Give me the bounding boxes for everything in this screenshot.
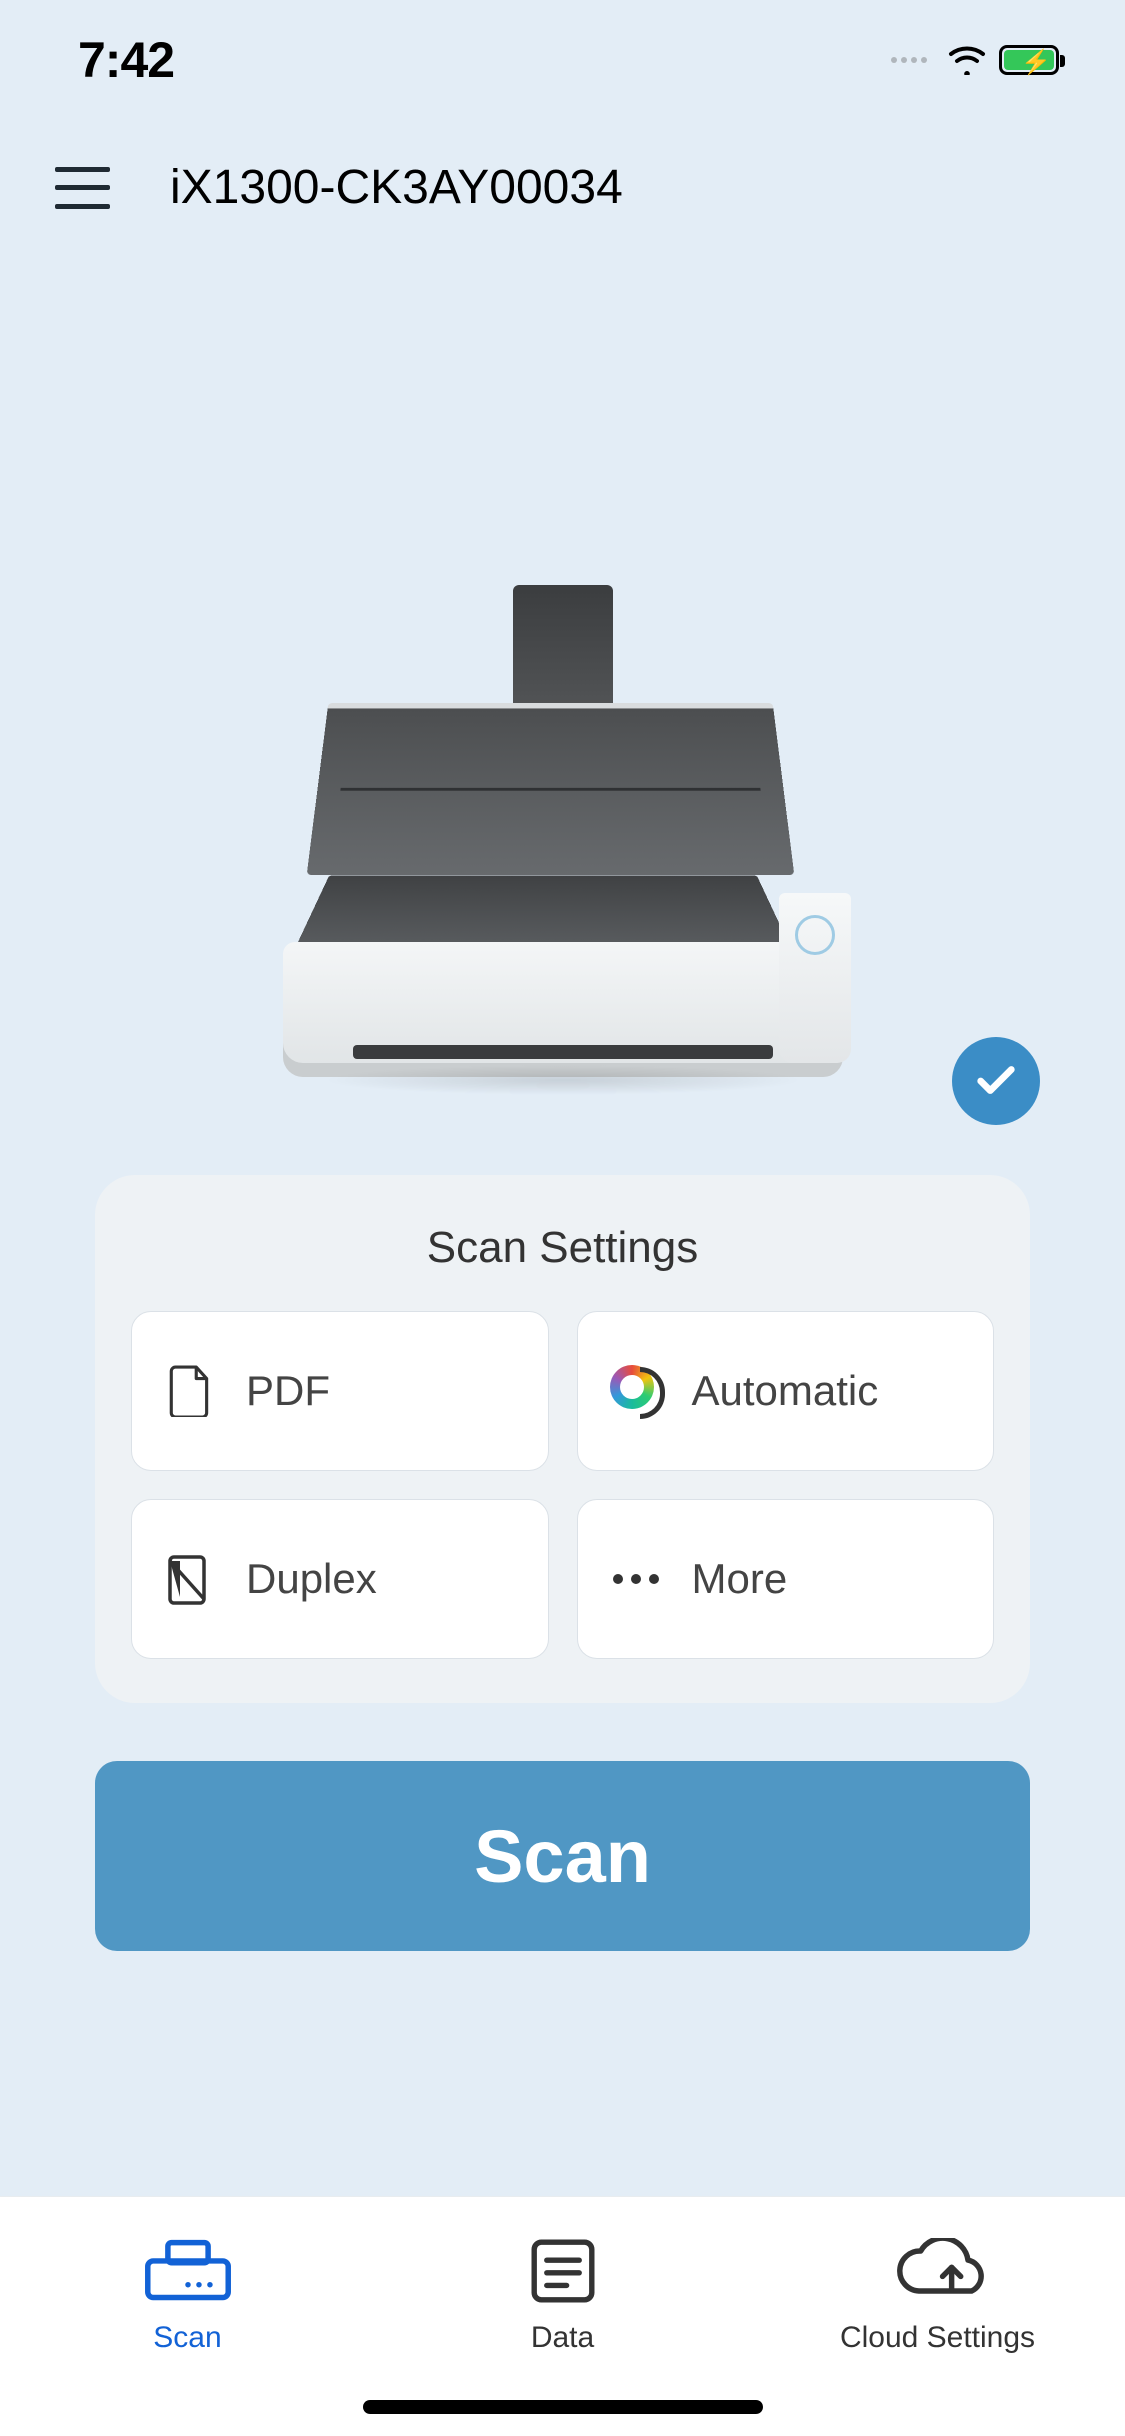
setting-label: More — [692, 1555, 788, 1603]
color-wheel-icon — [610, 1365, 662, 1417]
scan-settings-grid: PDF Automatic Duplex — [131, 1311, 994, 1659]
setting-label: Automatic — [692, 1367, 879, 1415]
scan-button[interactable]: Scan — [95, 1761, 1030, 1951]
data-tab-icon — [527, 2235, 599, 2307]
setting-color-mode[interactable]: Automatic — [577, 1311, 995, 1471]
tab-scan[interactable]: Scan — [0, 2197, 375, 2436]
connection-status-badge — [952, 1037, 1040, 1125]
battery-charging-icon: ⚡ — [999, 44, 1065, 76]
menu-icon[interactable] — [55, 167, 110, 209]
tab-label: Cloud Settings — [840, 2321, 1035, 2355]
setting-label: PDF — [246, 1367, 330, 1415]
status-time: 7:42 — [78, 31, 174, 89]
tab-bar: Scan Data Cloud Settings — [0, 2196, 1125, 2436]
document-icon — [164, 1365, 216, 1417]
scanner-illustration-area — [95, 245, 1030, 1165]
scanner-image — [283, 585, 843, 1105]
tab-cloud-settings[interactable]: Cloud Settings — [750, 2197, 1125, 2436]
check-icon — [973, 1058, 1019, 1104]
cloud-settings-tab-icon — [888, 2235, 988, 2307]
setting-more[interactable]: More — [577, 1499, 995, 1659]
setting-file-format[interactable]: PDF — [131, 1311, 549, 1471]
scanner-tab-icon — [142, 2235, 234, 2307]
status-indicators: ⚡ — [891, 44, 1065, 76]
scan-settings-panel: Scan Settings PDF Automatic — [95, 1175, 1030, 1703]
duplex-icon — [164, 1553, 216, 1605]
setting-sides[interactable]: Duplex — [131, 1499, 549, 1659]
status-bar: 7:42 ⚡ — [0, 0, 1125, 120]
setting-label: Duplex — [246, 1555, 377, 1603]
scan-settings-title: Scan Settings — [131, 1223, 994, 1273]
cellular-dots-icon — [891, 57, 927, 63]
app-header: iX1300-CK3AY00034 — [0, 120, 1125, 245]
main-content: Scan Settings PDF Automatic — [0, 245, 1125, 2196]
device-name: iX1300-CK3AY00034 — [170, 160, 623, 215]
scan-button-label: Scan — [474, 1814, 651, 1899]
tab-label: Data — [531, 2321, 594, 2355]
wifi-icon — [947, 45, 987, 75]
home-indicator[interactable] — [363, 2400, 763, 2414]
tab-label: Scan — [153, 2321, 221, 2355]
more-icon — [610, 1553, 662, 1605]
